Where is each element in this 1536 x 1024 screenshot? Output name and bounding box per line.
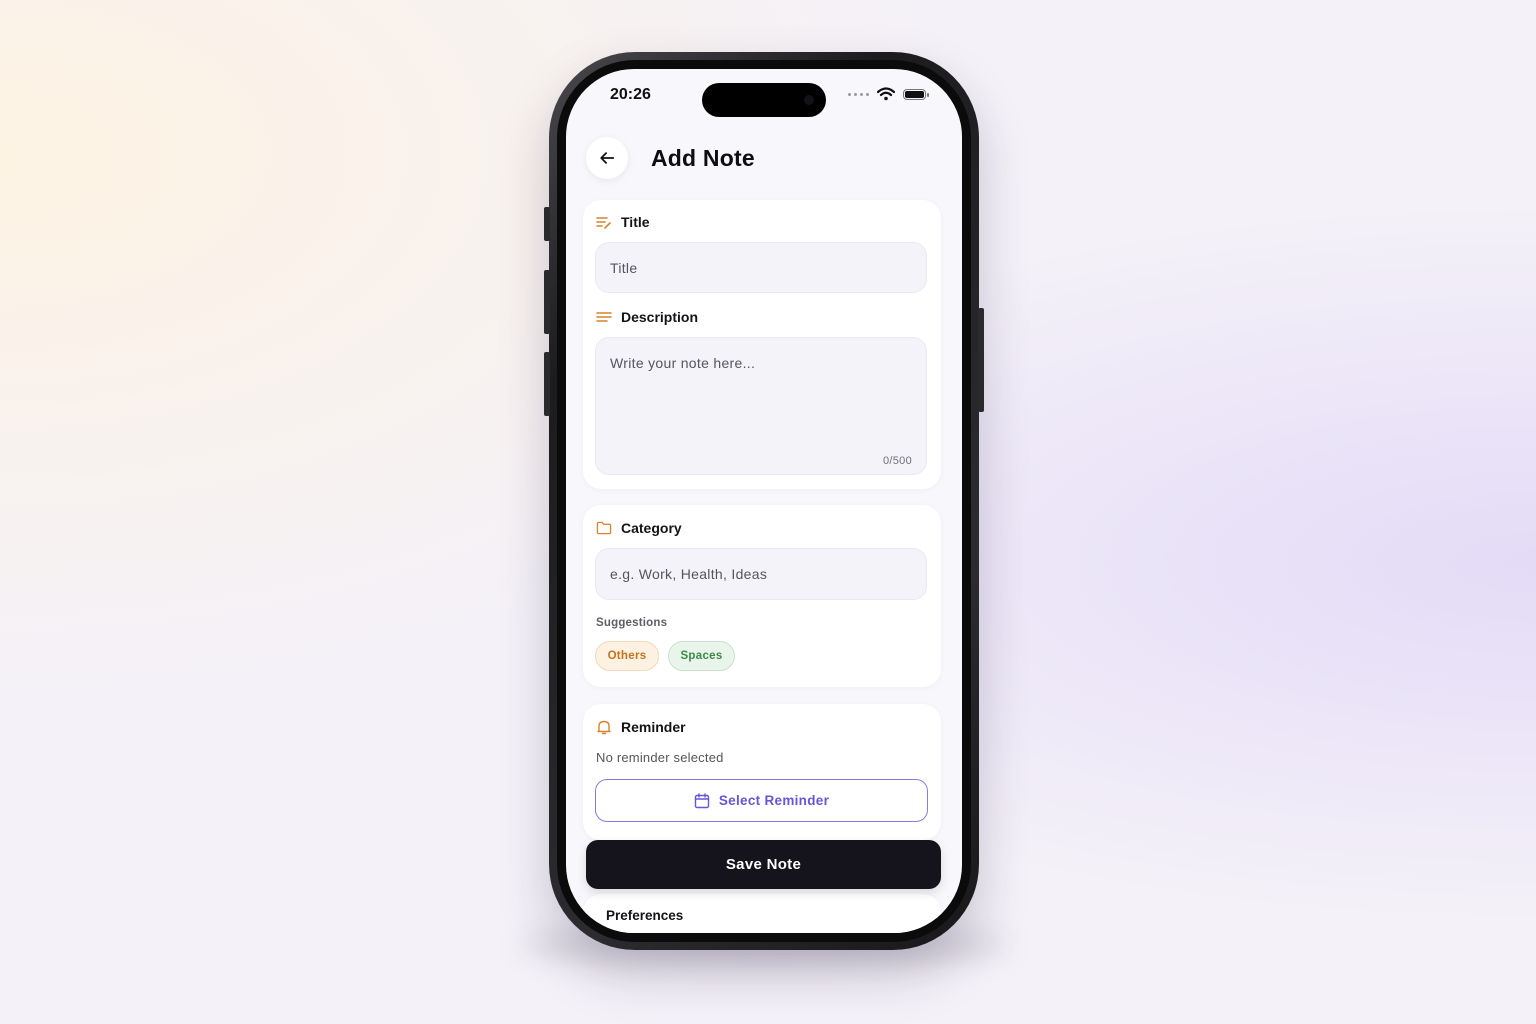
category-card: Category e.g. Work, Health, Ideas Sugges… (583, 505, 941, 687)
preferences-card: Preferences (583, 894, 941, 933)
camera-icon (804, 95, 814, 105)
category-input[interactable]: e.g. Work, Health, Ideas (595, 548, 927, 600)
calendar-icon (694, 792, 710, 809)
save-note-button[interactable]: Save Note (586, 840, 941, 889)
category-label-row: Category (596, 520, 682, 536)
battery-icon (903, 88, 929, 100)
arrow-left-icon (599, 150, 615, 166)
title-edit-icon (596, 214, 612, 230)
back-button[interactable] (586, 137, 628, 179)
select-reminder-label: Select Reminder (718, 793, 830, 808)
reminder-card: Reminder No reminder selected Select Rem… (583, 704, 941, 840)
category-label: Category (621, 520, 682, 536)
action-button (544, 207, 550, 241)
status-indicators (848, 87, 929, 101)
page-title: Add Note (651, 144, 755, 171)
title-label-row: Title (596, 214, 650, 230)
volume-up-button (544, 270, 550, 334)
bell-icon (596, 719, 612, 735)
battery-level (905, 90, 924, 98)
suggestion-chip-spaces[interactable]: Spaces (668, 641, 735, 671)
character-counter: 0/500 (882, 455, 912, 467)
title-placeholder: Title (610, 260, 638, 276)
folder-icon (596, 520, 612, 536)
lines-icon (596, 309, 612, 325)
description-label-row: Description (596, 309, 698, 325)
reminder-status: No reminder selected (596, 750, 724, 765)
app-screen: 20:26 Add Note Title Title Description W… (566, 69, 962, 933)
description-placeholder: Write your note here... (610, 355, 756, 371)
select-reminder-button[interactable]: Select Reminder (595, 779, 928, 822)
wifi-icon (877, 87, 895, 101)
page-header: Add Note (586, 137, 755, 179)
power-button (978, 308, 984, 412)
suggestion-chip-others[interactable]: Others (595, 641, 659, 671)
cellular-signal-icon (848, 92, 869, 96)
suggestions-label: Suggestions (596, 617, 668, 629)
reminder-label: Reminder (621, 719, 686, 735)
category-placeholder: e.g. Work, Health, Ideas (610, 566, 768, 582)
description-textarea[interactable]: Write your note here... 0/500 (595, 337, 927, 475)
preferences-label: Preferences (606, 908, 684, 923)
dynamic-island (702, 83, 826, 117)
title-input[interactable]: Title (595, 242, 927, 293)
reminder-label-row: Reminder (596, 719, 686, 735)
description-label: Description (621, 309, 699, 325)
volume-down-button (544, 352, 550, 416)
title-label: Title (621, 214, 650, 230)
status-time: 20:26 (610, 86, 651, 103)
note-details-card: Title Title Description Write your note … (583, 200, 941, 489)
